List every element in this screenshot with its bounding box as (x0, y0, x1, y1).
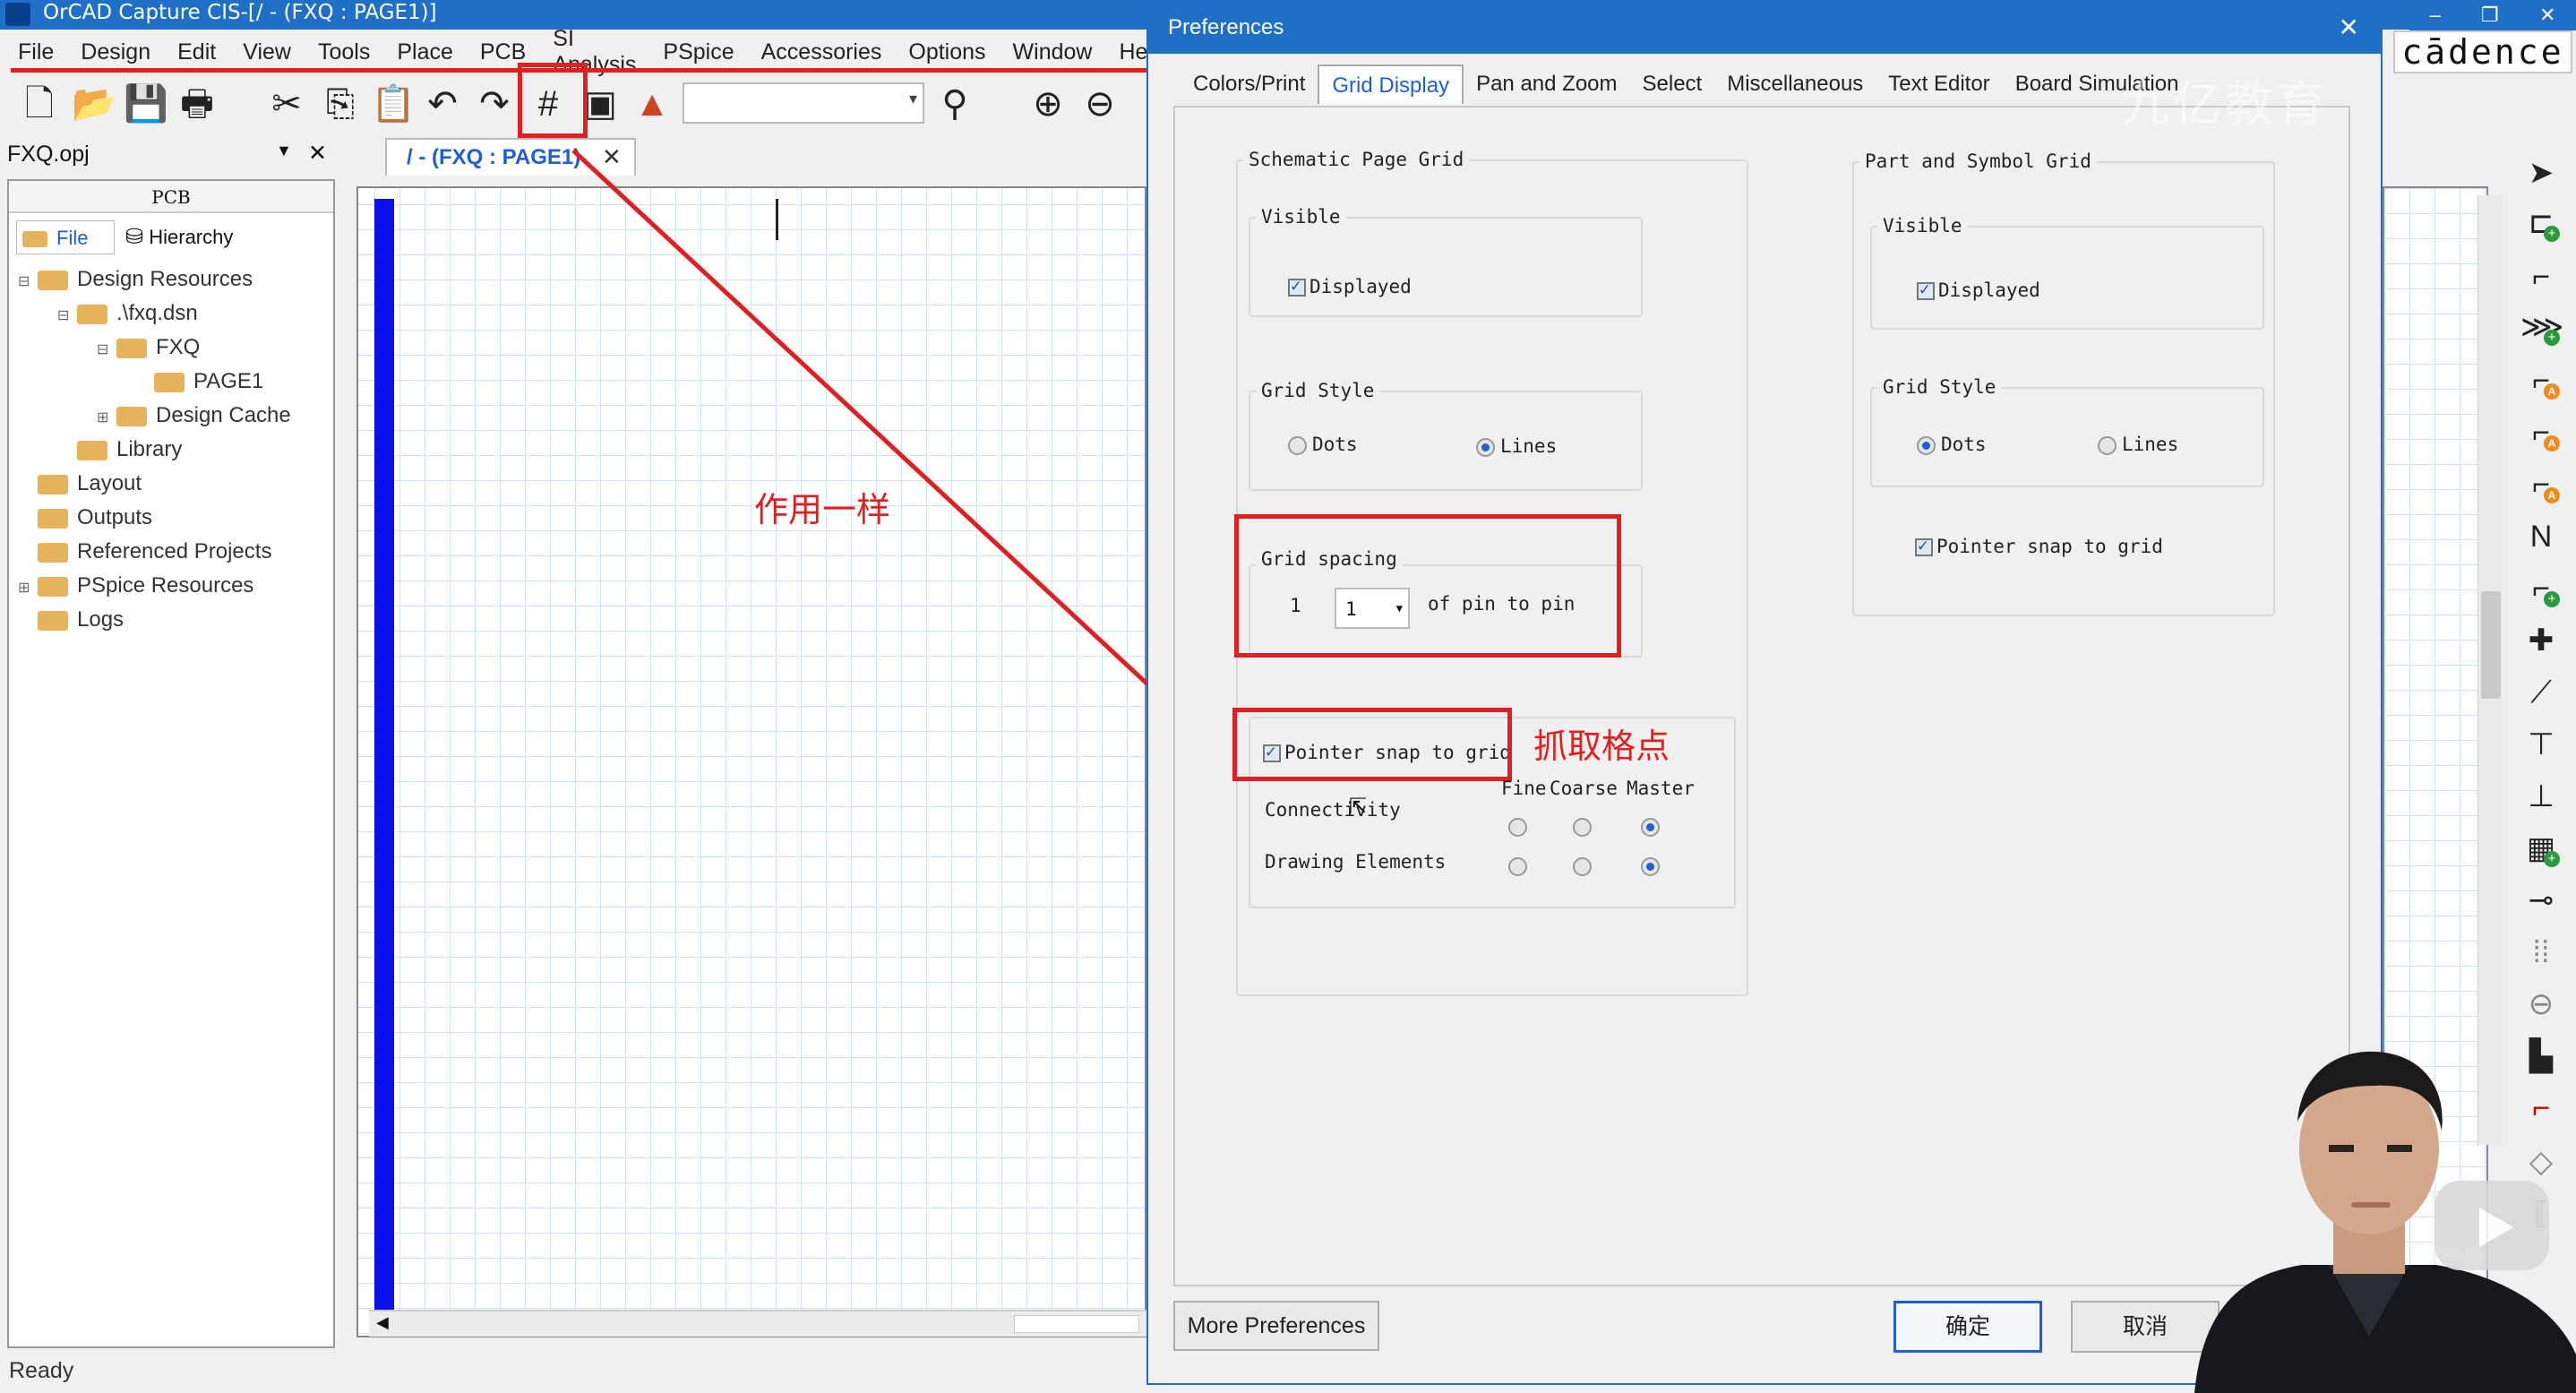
checkbox-icon (1288, 276, 1306, 297)
more-preferences-button[interactable]: More Preferences (1173, 1301, 1379, 1351)
annotation-snap-to-grid-points: 抓取格点 (1533, 728, 1670, 766)
schematic-visible-group (1249, 217, 1643, 317)
radio-icon (1917, 435, 1936, 455)
tab-grid-display[interactable]: Grid Display (1318, 64, 1464, 104)
radio-icon (1508, 856, 1527, 876)
place-part-icon[interactable]: ⊏ + (2520, 202, 2562, 244)
connectivity-coarse-radio[interactable] (1573, 815, 1597, 837)
schematic-lines-radio[interactable]: Lines (1476, 435, 1557, 457)
dialog-title: Preferences (1148, 2, 2381, 54)
row-connectivity: Connectivity (1265, 799, 1401, 821)
part-pointer-snap-checkbox[interactable]: Pointer snap to grid (1915, 536, 2163, 557)
cadence-logo: cādence (2393, 30, 2572, 73)
radio-icon (2098, 435, 2117, 455)
radio-icon (1641, 856, 1660, 876)
drawing-master-radio[interactable] (1641, 855, 1665, 876)
place-junction-icon[interactable]: ✚ (2520, 620, 2562, 661)
radio-icon (1573, 817, 1592, 837)
schematic-displayed-checkbox[interactable]: Displayed (1288, 276, 1412, 297)
annotation-box-grid-spacing (1234, 514, 1621, 658)
dialog-close-icon[interactable]: ✕ (2339, 2, 2359, 54)
part-dots-radio[interactable]: Dots (1917, 434, 1987, 455)
place-hier-block-icon[interactable]: ⁞⁞ (2520, 932, 2562, 973)
place-off-page-icon[interactable]: ▦ + (2520, 828, 2562, 869)
schematic-style-label: Grid Style (1256, 380, 1380, 401)
place-bus-icon-2[interactable]: ⟋ (2520, 672, 2562, 713)
radio-icon (1641, 817, 1660, 837)
drawing-coarse-radio[interactable] (1573, 855, 1597, 876)
checkbox-icon (1917, 279, 1935, 300)
tab-text-editor[interactable]: Text Editor (1876, 64, 2002, 104)
video-play-icon[interactable] (2434, 1181, 2549, 1270)
part-lines-radio[interactable]: Lines (2098, 434, 2178, 455)
place-port-icon[interactable]: ⊸ (2520, 880, 2562, 921)
part-style-label: Grid Style (1877, 376, 2002, 398)
drawing-fine-radio[interactable] (1508, 855, 1533, 876)
schematic-visible-label: Visible (1256, 206, 1346, 228)
col-fine: Fine (1501, 778, 1547, 799)
place-ground-icon[interactable]: ⊥ (2520, 776, 2562, 817)
place-bus-entry-icon[interactable]: ⌐ + (2520, 568, 2562, 609)
part-visible-label: Visible (1877, 215, 1968, 236)
tab-pan-zoom[interactable]: Pan and Zoom (1464, 64, 1629, 104)
annotation-box-pointer-snap (1232, 708, 1512, 781)
tab-select[interactable]: Select (1630, 64, 1715, 104)
place-wire-icon[interactable]: ⌐ (2520, 256, 2562, 297)
part-grid-title: Part and Symbol Grid (1859, 150, 2097, 172)
col-master: Master (1627, 778, 1695, 799)
checkbox-icon (1915, 536, 1933, 556)
connectivity-master-radio[interactable] (1641, 815, 1665, 837)
part-displayed-checkbox[interactable]: Displayed (1917, 279, 2040, 301)
tab-colors-print[interactable]: Colors/Print (1181, 64, 1318, 104)
place-auto-connect-icon[interactable]: ⌐ A (2520, 464, 2562, 505)
place-bus-icon[interactable]: ⌐ A (2520, 360, 2562, 401)
place-net-icon[interactable]: ⋙ + (2520, 306, 2563, 348)
radio-icon (1288, 435, 1307, 455)
select-pointer-icon[interactable]: ➤ (2520, 152, 2562, 193)
dialog-tabs: Colors/Print Grid Display Pan and Zoom S… (1181, 64, 2191, 106)
tab-miscellaneous[interactable]: Miscellaneous (1714, 64, 1876, 104)
place-power-icon[interactable]: ⊤ (2520, 724, 2562, 765)
connectivity-fine-radio[interactable] (1508, 815, 1533, 837)
radio-icon (1508, 817, 1527, 837)
ok-button[interactable]: 确定 (1893, 1301, 2042, 1353)
part-visible-group (1870, 226, 2264, 330)
row-drawing-elements: Drawing Elements (1265, 851, 1447, 873)
mouse-cursor-icon: ⇱ (1349, 795, 1368, 819)
schematic-dots-radio[interactable]: Dots (1288, 434, 1358, 455)
place-net-alias-icon[interactable]: N (2520, 516, 2562, 557)
schematic-grid-title: Schematic Page Grid (1243, 149, 1470, 170)
vertical-scroll-thumb[interactable] (2481, 591, 2501, 699)
watermark: 九亿教育 (2121, 78, 2329, 132)
radio-icon (1476, 437, 1495, 457)
place-auto-wire-icon[interactable]: ⌐ A (2520, 412, 2562, 453)
col-coarse: Coarse (1550, 778, 1618, 799)
radio-icon (1573, 856, 1592, 876)
annotation-same-function: 作用一样 (754, 492, 891, 529)
